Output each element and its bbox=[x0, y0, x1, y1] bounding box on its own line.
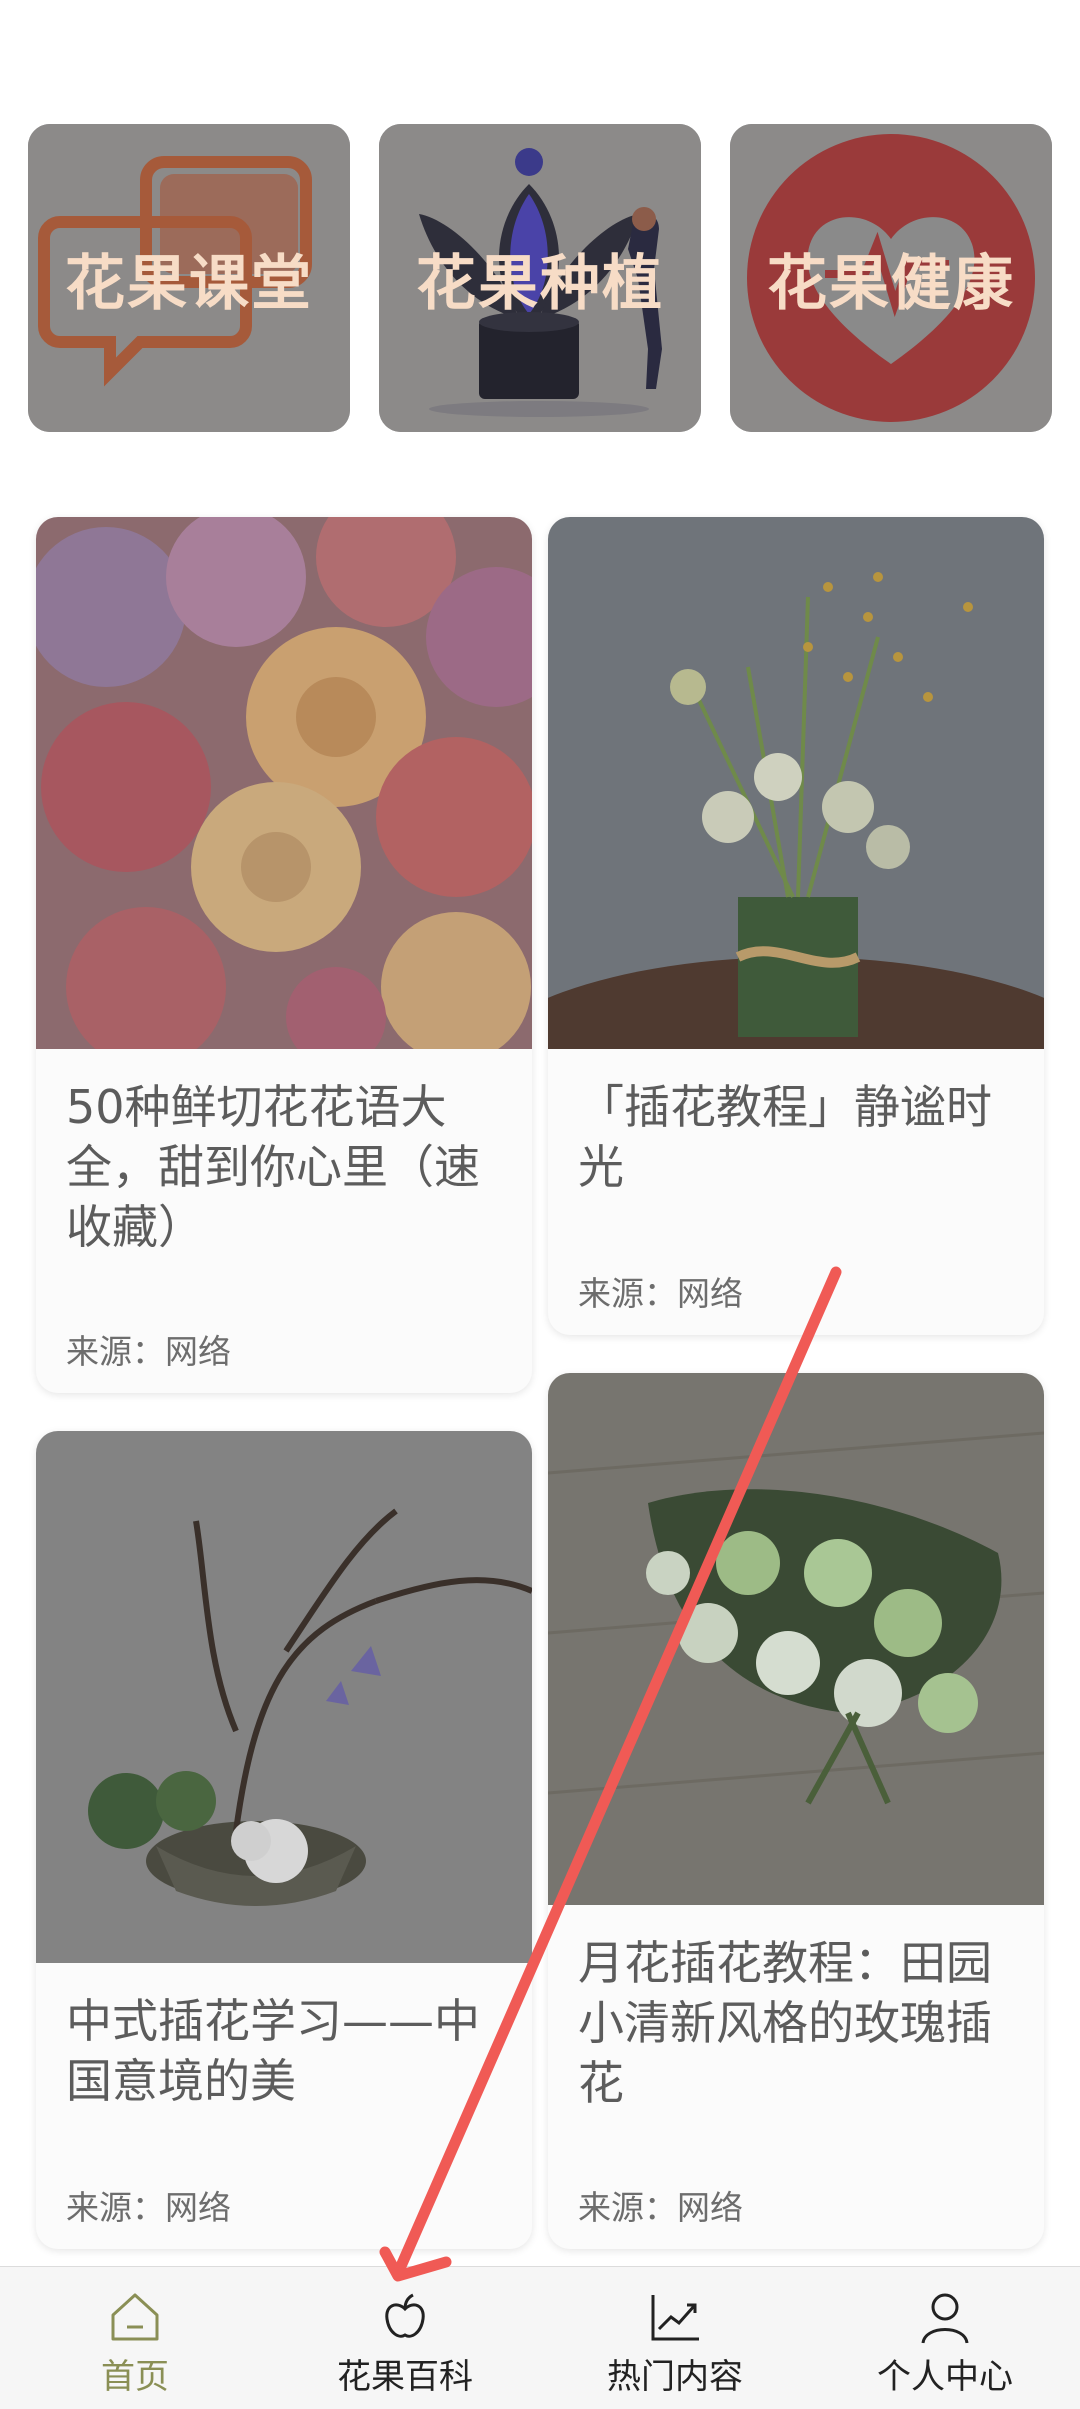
card-title: 月花插花教程：田园小清新风格的玫瑰插花 bbox=[578, 1936, 992, 2110]
card-source: 来源：网络 bbox=[66, 1332, 231, 1371]
apple-icon bbox=[385, 2293, 425, 2338]
nav-label: 花果百科 bbox=[337, 2357, 473, 2397]
home-icon bbox=[111, 2293, 159, 2341]
nav-tab-trending[interactable]: 热门内容 bbox=[540, 2267, 810, 2409]
vase-flowers-image bbox=[548, 517, 1044, 1049]
card-title: 中式插花学习——中国意境的美 bbox=[66, 1994, 480, 2108]
card-source: 来源：网络 bbox=[578, 2188, 743, 2227]
article-card[interactable]: 中式插花学习——中国意境的美 来源：网络 bbox=[36, 1431, 532, 2249]
person-icon bbox=[921, 2293, 969, 2344]
green-roses-image bbox=[548, 1373, 1044, 1905]
card-title: 「插花教程」静谧时光 bbox=[578, 1080, 992, 1194]
category-tile-planting[interactable]: 花果种植 bbox=[379, 124, 701, 432]
category-tile-classroom[interactable]: 花果课堂 bbox=[28, 124, 350, 432]
article-card[interactable]: 月花插花教程：田园小清新风格的玫瑰插花 来源：网络 bbox=[548, 1373, 1044, 2249]
article-card[interactable]: 「插花教程」静谧时光 来源：网络 bbox=[548, 517, 1044, 1335]
nav-label: 首页 bbox=[101, 2357, 169, 2397]
card-source: 来源：网络 bbox=[66, 2188, 231, 2227]
card-source: 来源：网络 bbox=[578, 1274, 743, 1313]
nav-tab-home[interactable]: 首页 bbox=[0, 2267, 270, 2409]
article-card[interactable]: 50种鲜切花花语大全，甜到你心里（速收藏） 来源：网络 bbox=[36, 517, 532, 1393]
card-title: 50种鲜切花花语大全，甜到你心里（速收藏） bbox=[66, 1080, 480, 1254]
trend-chart-icon bbox=[651, 2295, 699, 2341]
category-label: 花果种植 bbox=[416, 248, 664, 319]
ikebana-image bbox=[36, 1431, 532, 1963]
roses-image bbox=[36, 517, 532, 1049]
category-tile-health[interactable]: 花果健康 bbox=[730, 124, 1052, 432]
category-label: 花果课堂 bbox=[65, 248, 313, 319]
nav-label: 热门内容 bbox=[607, 2357, 743, 2397]
category-label: 花果健康 bbox=[767, 248, 1015, 319]
nav-tab-profile[interactable]: 个人中心 bbox=[810, 2267, 1080, 2409]
nav-label: 个人中心 bbox=[877, 2357, 1013, 2397]
bottom-nav: 首页 花果百科 热门内容 个人中心 bbox=[0, 2266, 1080, 2409]
nav-tab-encyclopedia[interactable]: 花果百科 bbox=[270, 2267, 540, 2409]
